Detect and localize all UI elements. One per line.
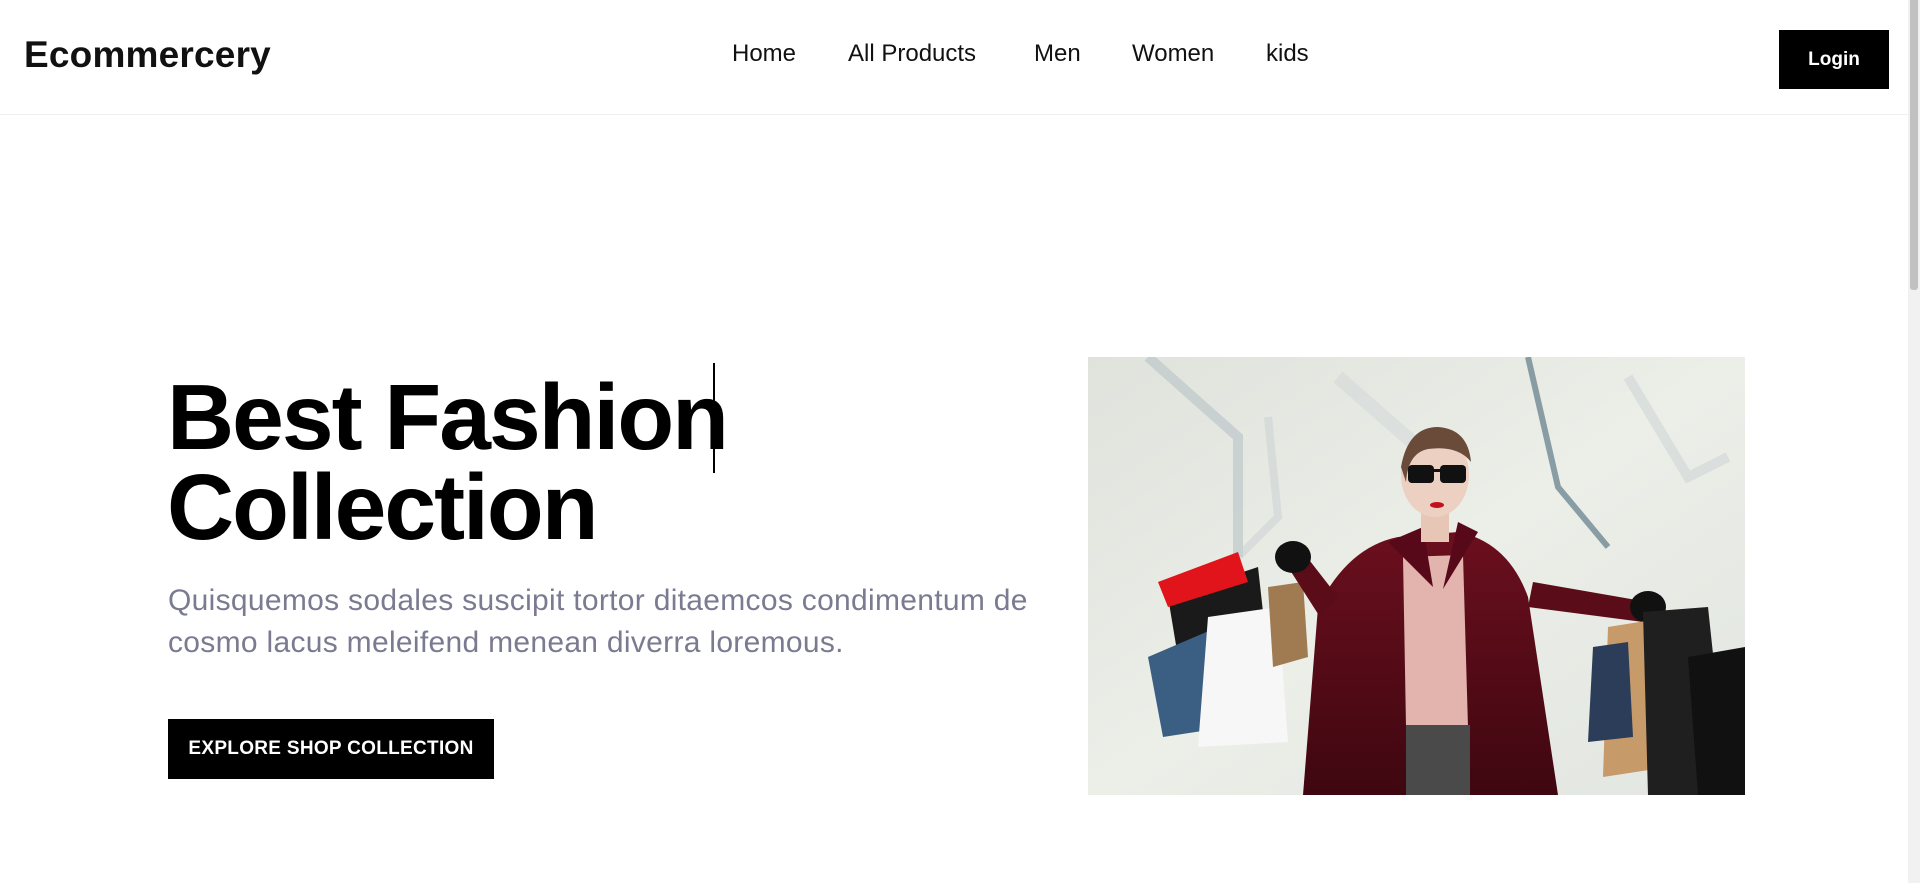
site-header: Ecommercery Home All Products Men Women … <box>0 0 1908 115</box>
nav-kids[interactable]: kids <box>1266 40 1309 68</box>
nav-men[interactable]: Men <box>1034 40 1081 68</box>
hero-title-line-1: Best Fashion <box>167 365 729 469</box>
main-nav: Home All Products Men Women kids <box>0 40 1908 74</box>
nav-all-products[interactable]: All Products <box>848 40 976 68</box>
nav-home[interactable]: Home <box>732 40 796 68</box>
nav-women[interactable]: Women <box>1132 40 1214 68</box>
login-button[interactable]: Login <box>1779 30 1889 89</box>
scrollbar-thumb[interactable] <box>1910 0 1918 290</box>
hero-title: Best Fashion Collection <box>167 365 1067 559</box>
page-scrollbar[interactable] <box>1908 0 1920 883</box>
fashion-shopper-illustration <box>1088 357 1745 795</box>
hero-title-line-2: Collection <box>167 455 599 559</box>
text-cursor <box>713 363 715 473</box>
hero-subtitle: Quisquemos sodales suscipit tortor ditae… <box>168 584 1028 659</box>
hero-image <box>1088 357 1745 795</box>
explore-shop-button[interactable]: EXPLORE SHOP COLLECTION <box>168 719 494 779</box>
